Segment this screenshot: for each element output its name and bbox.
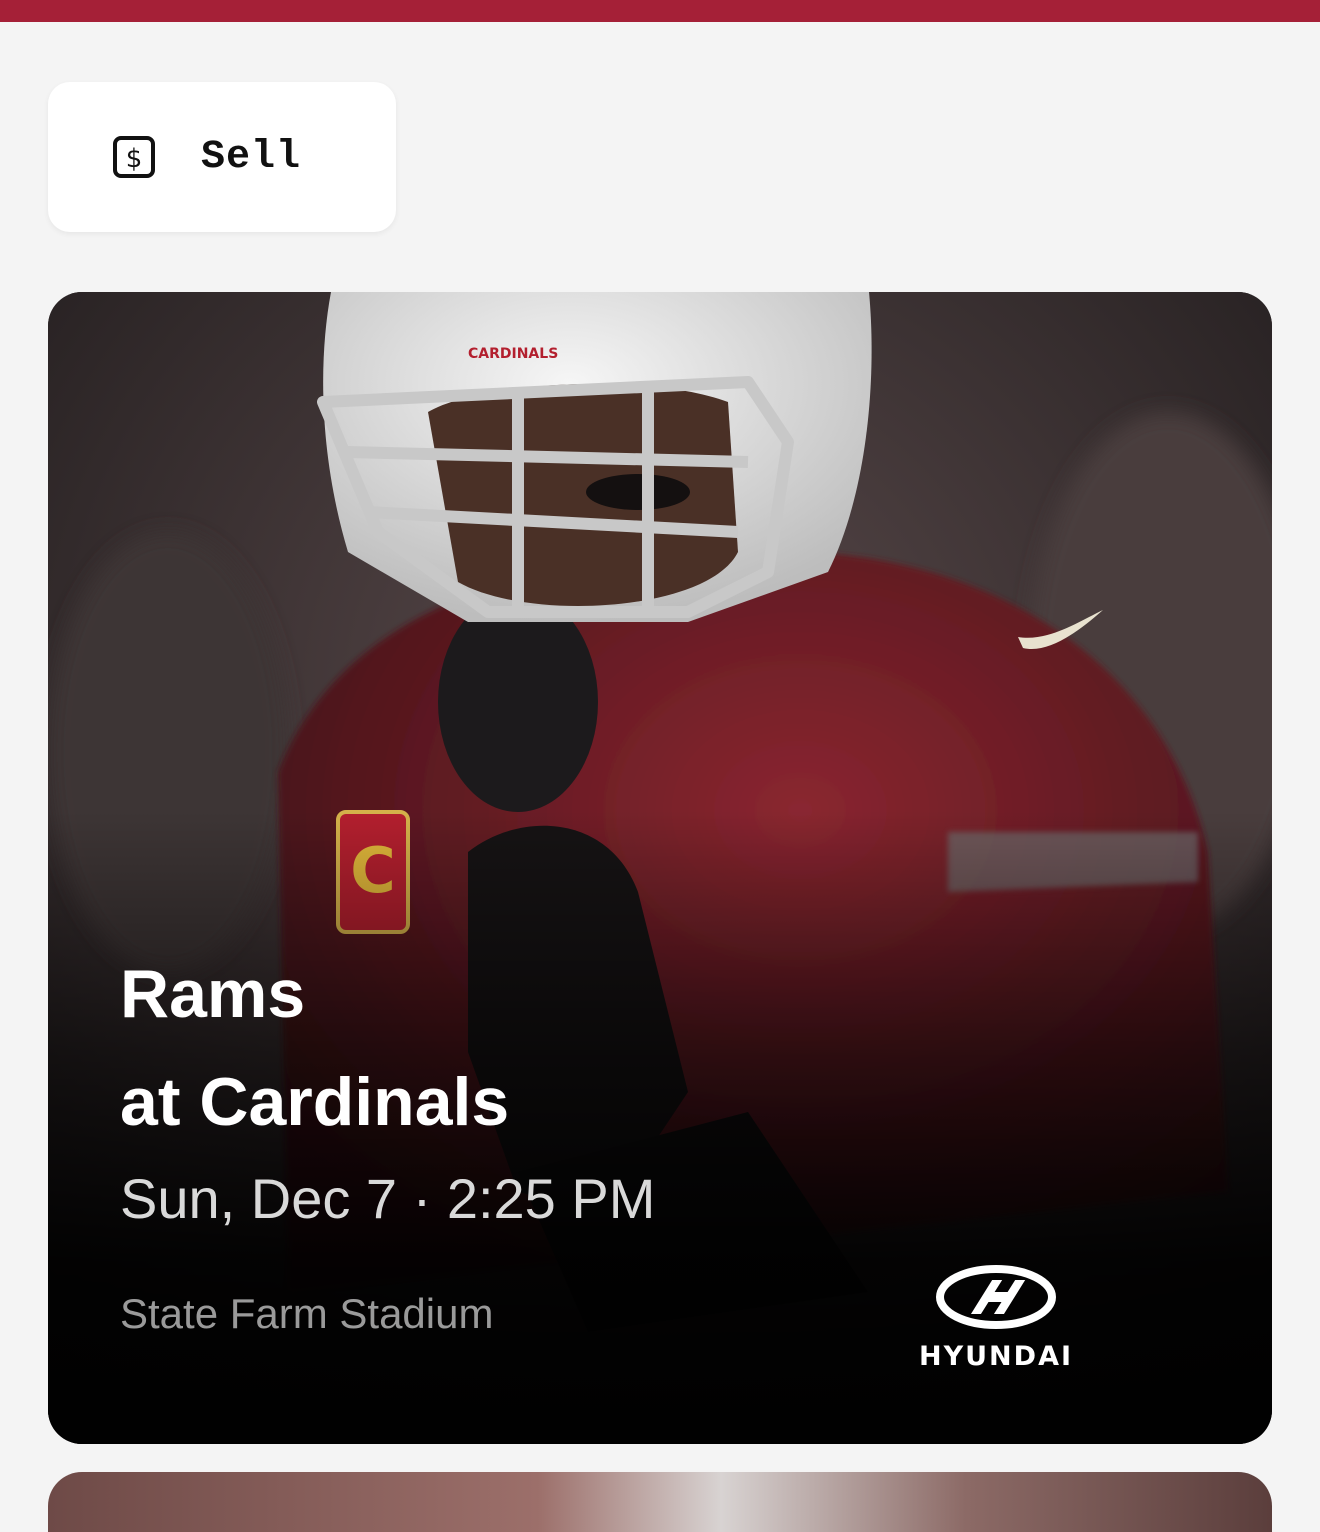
event-card[interactable]: C CARDINALS Rams at Cardinals Sun, Dec 7… [48, 292, 1272, 1444]
sponsor-name: HYUNDAI [918, 1341, 1074, 1372]
dollar-sign-icon: $ [113, 136, 155, 178]
sell-label: Sell [201, 134, 302, 180]
event-title-line2: at Cardinals [120, 1064, 510, 1140]
sell-button[interactable]: $ Sell [48, 82, 396, 232]
event-title: Rams at Cardinals [120, 940, 509, 1156]
event-datetime: Sun, Dec 7 · 2:25 PM [120, 1167, 656, 1230]
next-event-card-peek[interactable] [48, 1472, 1272, 1532]
event-venue: State Farm Stadium [120, 1290, 494, 1337]
sponsor-logo: HYUNDAI [916, 1262, 1076, 1372]
event-title-line1: Rams [120, 956, 306, 1032]
hyundai-logo-icon [936, 1265, 1056, 1329]
top-accent-bar [0, 0, 1320, 22]
svg-text:$: $ [126, 144, 143, 174]
image-overlay-gradient [48, 292, 1272, 1444]
